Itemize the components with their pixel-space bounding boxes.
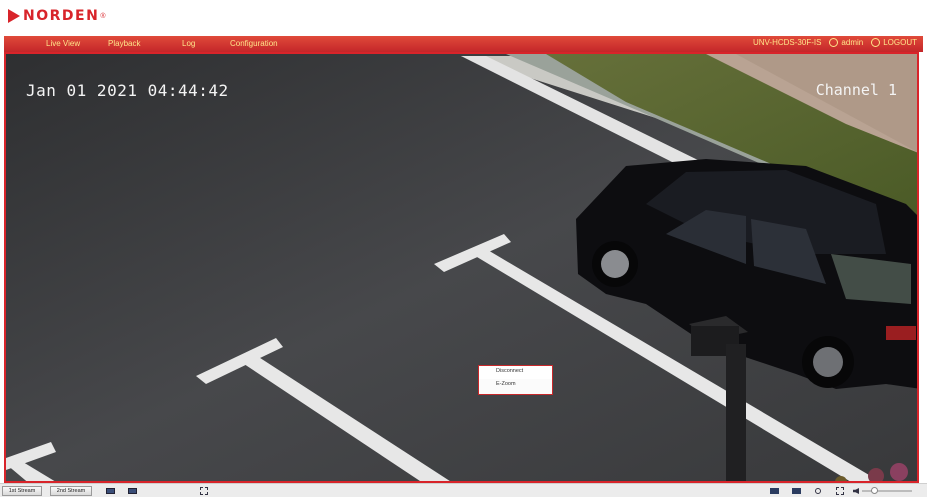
- window-ratio-glyph: [200, 487, 208, 495]
- nav-right-group: UNV-HCDS-30F-IS admin LOGOUT: [753, 38, 917, 47]
- user-name: admin: [841, 38, 864, 47]
- user-icon: [829, 38, 839, 47]
- logout-label: LOGOUT: [883, 38, 917, 47]
- second-stream-button[interactable]: 2nd Stream: [50, 486, 92, 496]
- layout-4-glyph: [127, 488, 137, 494]
- nav-configuration[interactable]: Configuration: [230, 39, 278, 48]
- brand-logo: NORDEN ®: [8, 8, 105, 24]
- logo-bar: NORDEN ®: [0, 0, 927, 36]
- osd-channel-name: Channel 1: [815, 81, 897, 99]
- app-window: NORDEN ® Live View Playback Log Configur…: [0, 0, 927, 497]
- top-navigation: Live View Playback Log Configuration UNV…: [4, 36, 923, 52]
- layout-1-icon[interactable]: [104, 486, 116, 496]
- fullscreen-icon[interactable]: [834, 486, 846, 496]
- brand-registered-mark: ®: [100, 12, 106, 20]
- bottom-toolbar: 1st Stream 2nd Stream: [0, 483, 927, 497]
- snapshot-glyph: [791, 488, 801, 494]
- context-menu: Disconnect E-Zoom: [478, 365, 553, 395]
- nav-playback[interactable]: Playback: [108, 39, 140, 48]
- live-video-view[interactable]: Jan 01 2021 04:44:42 Channel 1 Disconnec…: [4, 52, 919, 483]
- power-icon: [871, 38, 881, 47]
- context-menu-disconnect[interactable]: Disconnect: [479, 366, 552, 379]
- osd-timestamp: Jan 01 2021 04:44:42: [26, 81, 229, 100]
- snapshot-icon[interactable]: [790, 486, 802, 496]
- volume-slider-knob[interactable]: [871, 487, 878, 494]
- layout-1-glyph: [105, 488, 115, 494]
- logo-arrow-icon: [8, 9, 20, 23]
- fullscreen-glyph: [836, 487, 844, 495]
- logout-button[interactable]: LOGOUT: [871, 38, 917, 47]
- record-icon[interactable]: [768, 486, 780, 496]
- nav-log[interactable]: Log: [182, 39, 195, 48]
- user-menu[interactable]: admin: [829, 38, 863, 47]
- record-glyph: [769, 488, 779, 494]
- window-ratio-icon[interactable]: [198, 486, 210, 496]
- layout-4-icon[interactable]: [126, 486, 138, 496]
- volume-glyph: [853, 488, 859, 494]
- volume-slider[interactable]: [862, 487, 912, 494]
- zoom-icon[interactable]: [812, 486, 824, 496]
- device-model: UNV-HCDS-30F-IS: [752, 38, 822, 47]
- nav-live-view[interactable]: Live View: [46, 39, 80, 48]
- video-frame: [6, 54, 917, 481]
- brand-name: NORDEN: [23, 8, 100, 24]
- volume-icon[interactable]: [850, 486, 862, 496]
- context-menu-e-zoom[interactable]: E-Zoom: [479, 379, 552, 392]
- zoom-glyph: [815, 488, 821, 494]
- first-stream-button[interactable]: 1st Stream: [2, 486, 42, 496]
